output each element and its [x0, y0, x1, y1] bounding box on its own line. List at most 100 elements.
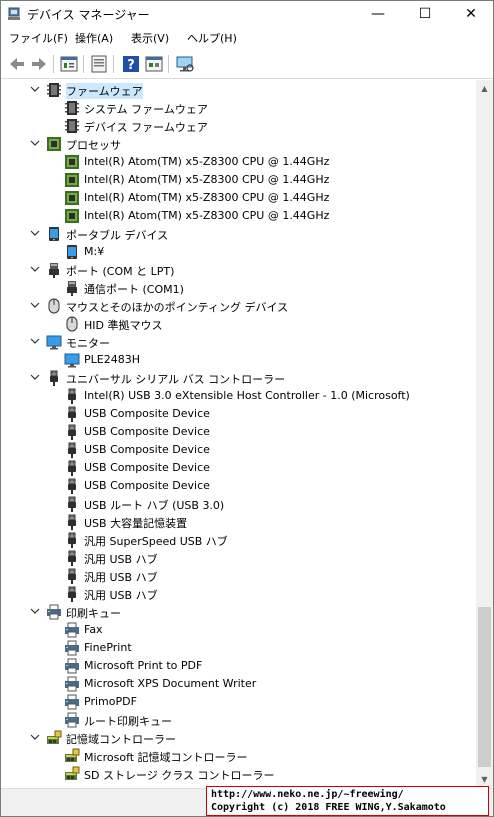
usb-icon [68, 586, 76, 602]
tree-category[interactable]: マウスとそのほかのポインティング デバイス [1, 297, 476, 315]
chevron-down-icon[interactable] [30, 300, 40, 310]
tree-item-label: Microsoft 記憶域コントローラー [84, 751, 248, 764]
storage-controller-icon [47, 730, 62, 744]
tree-device[interactable]: M:¥ [1, 243, 476, 261]
scroll-up-icon[interactable]: ▲ [476, 80, 493, 97]
tree-device[interactable]: Microsoft Print to PDF [1, 657, 476, 675]
help-icon[interactable]: ? [121, 54, 141, 74]
device-manager-icon [8, 7, 20, 20]
tree-device[interactable]: Intel(R) Atom(TM) x5-Z8300 CPU @ 1.44GHz [1, 171, 476, 189]
tree-item-label: 記憶域コントローラー [66, 733, 176, 746]
tree-device[interactable]: USB Composite Device [1, 477, 476, 495]
chevron-down-icon[interactable] [30, 264, 40, 274]
menu-action[interactable]: 操作(A) [75, 30, 113, 46]
monitor-scan-icon[interactable] [175, 54, 195, 74]
usb-icon [68, 532, 76, 548]
tree-category[interactable]: モニター [1, 333, 476, 351]
chevron-down-icon[interactable] [30, 138, 40, 148]
tree-device[interactable]: Intel(R) USB 3.0 eXtensible Host Control… [1, 387, 476, 405]
tree-device[interactable]: Fax [1, 621, 476, 639]
usb-icon [68, 550, 76, 566]
tree-category[interactable]: ポート (COM と LPT) [1, 261, 476, 279]
minimize-button[interactable]: — [355, 1, 401, 27]
toolbar-separator [113, 55, 114, 73]
tree-device[interactable]: Intel(R) Atom(TM) x5-Z8300 CPU @ 1.44GHz [1, 207, 476, 225]
properties-icon[interactable] [59, 54, 79, 74]
tree-category[interactable]: 記憶域コントローラー [1, 729, 476, 747]
menu-file[interactable]: ファイル(F) [9, 30, 68, 46]
vertical-scrollbar[interactable]: ▲ ▼ [476, 80, 493, 788]
tree-category[interactable]: ファームウェア [1, 81, 476, 99]
watermark-copyright: Copyright (c) 2018 FREE WING,Y.Sakamoto [211, 802, 446, 813]
tree-device[interactable]: USB Composite Device [1, 423, 476, 441]
tree-item-label: Intel(R) Atom(TM) x5-Z8300 CPU @ 1.44GHz [84, 191, 330, 204]
tree-category[interactable]: ポータブル デバイス [1, 225, 476, 243]
chevron-down-icon[interactable] [30, 606, 40, 616]
tree-device[interactable]: 汎用 USB ハブ [1, 567, 476, 585]
chevron-down-icon[interactable] [30, 372, 40, 382]
tree-device[interactable]: FinePrint [1, 639, 476, 657]
tree-device[interactable]: 通信ポート (COM1) [1, 279, 476, 297]
scrollbar-thumb[interactable] [478, 607, 491, 767]
printer-icon [65, 640, 79, 656]
tree-item-label: ポート (COM と LPT) [66, 265, 175, 278]
chevron-down-icon[interactable] [30, 336, 40, 346]
tree-device[interactable]: Intel(R) Atom(TM) x5-Z8300 CPU @ 1.44GHz [1, 189, 476, 207]
tree-item-label: 汎用 USB ハブ [84, 553, 158, 566]
tree-device[interactable]: Intel(R) Atom(TM) x5-Z8300 CPU @ 1.44GHz [1, 153, 476, 171]
device-tree[interactable]: ファームウェア システム ファームウェア デバイス ファームウェアプロセッサ Inte… [1, 80, 476, 788]
tree-category[interactable]: ユニバーサル シリアル バス コントローラー [1, 369, 476, 387]
tree-device[interactable]: デバイス ファームウェア [1, 117, 476, 135]
tree-category[interactable]: プロセッサ [1, 135, 476, 153]
tree-item-label: USB ルート ハブ (USB 3.0) [84, 499, 225, 512]
tree-device[interactable]: USB ルート ハブ (USB 3.0) [1, 495, 476, 513]
tree-category[interactable]: 印刷キュー [1, 603, 476, 621]
update-driver-icon[interactable] [89, 54, 109, 74]
tree-device[interactable]: 汎用 SuperSpeed USB ハブ [1, 531, 476, 549]
tree-device[interactable]: ルート印刷キュー [1, 711, 476, 729]
usb-icon [50, 370, 58, 386]
tree-device[interactable]: USB Composite Device [1, 405, 476, 423]
tree-item-label: ルート印刷キュー [84, 715, 172, 728]
copyright-watermark: http://www.neko.ne.jp/~freewing/ Copyrig… [206, 786, 489, 816]
printer-icon [65, 676, 79, 692]
window-title: デバイス マネージャー [27, 8, 150, 22]
forward-icon[interactable] [29, 54, 49, 74]
printer-icon [65, 622, 79, 638]
tree-device[interactable]: SD ストレージ クラス コントローラー [1, 765, 476, 783]
tree-device[interactable]: 汎用 USB ハブ [1, 549, 476, 567]
chevron-down-icon[interactable] [30, 84, 40, 94]
menu-view[interactable]: 表示(V) [131, 30, 169, 46]
printer-icon [65, 694, 79, 710]
tree-item-label: 汎用 USB ハブ [84, 589, 158, 602]
menu-help[interactable]: ヘルプ(H) [187, 30, 237, 46]
tree-device[interactable]: Microsoft 記憶域コントローラー [1, 747, 476, 765]
tree-device[interactable]: Microsoft XPS Document Writer [1, 675, 476, 693]
tree-item-label: Intel(R) Atom(TM) x5-Z8300 CPU @ 1.44GHz [84, 155, 330, 168]
back-icon[interactable] [7, 54, 27, 74]
close-button[interactable]: ✕ [448, 1, 494, 27]
tree-device[interactable]: PLE2483H [1, 351, 476, 369]
tree-item-label: ファームウェア [66, 83, 143, 99]
tree-item-label: USB Composite Device [84, 425, 210, 438]
usb-icon [68, 388, 76, 404]
view-icon[interactable] [144, 54, 164, 74]
processor-icon [47, 137, 61, 151]
chevron-down-icon[interactable] [30, 228, 40, 238]
tree-item-label: ユニバーサル シリアル バス コントローラー [66, 373, 286, 386]
tree-device[interactable]: PrimoPDF [1, 693, 476, 711]
title-bar[interactable]: デバイス マネージャー — ☐ ✕ [1, 1, 493, 27]
tree-device[interactable]: HID 準拠マウス [1, 315, 476, 333]
maximize-button[interactable]: ☐ [402, 1, 448, 27]
monitor-icon [46, 335, 62, 350]
port-icon [49, 263, 59, 278]
toolbar-separator [168, 55, 169, 73]
chevron-down-icon[interactable] [30, 732, 40, 742]
tree-item-label: プロセッサ [66, 139, 121, 152]
tree-device[interactable]: USB 大容量記憶装置 [1, 513, 476, 531]
storage-controller-icon [65, 748, 80, 762]
tree-device[interactable]: 汎用 USB ハブ [1, 585, 476, 603]
tree-device[interactable]: USB Composite Device [1, 459, 476, 477]
tree-device[interactable]: USB Composite Device [1, 441, 476, 459]
tree-device[interactable]: システム ファームウェア [1, 99, 476, 117]
